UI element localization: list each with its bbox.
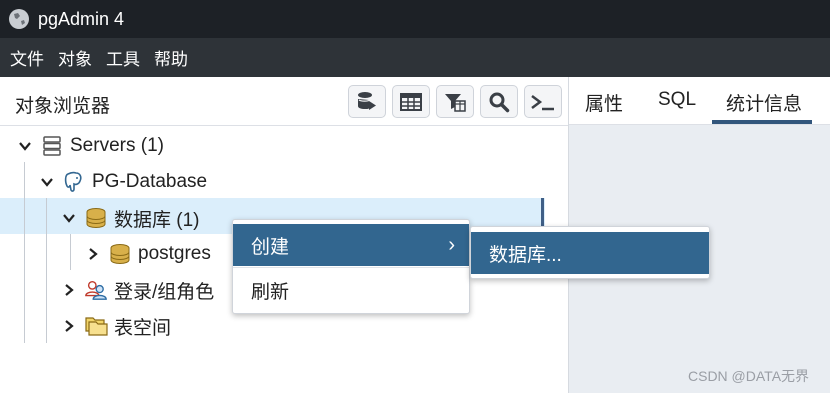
tree-label-databases: 数据库 (1) [114, 209, 200, 231]
tree-node-server[interactable]: PG-Database [36, 164, 207, 200]
query-tool-database-icon [358, 91, 376, 110]
search-objects-button[interactable] [480, 85, 518, 118]
context-menu-create-label: 创建 [251, 236, 290, 258]
tab-strip: 属性 SQL 统计信息 [569, 77, 830, 125]
tree-label-server: PG-Database [92, 171, 208, 192]
psql-terminal-icon [531, 94, 554, 110]
filtered-rows-button[interactable] [436, 85, 474, 118]
app-title: pgAdmin 4 [38, 8, 125, 29]
create-submenu: 数据库... [470, 226, 710, 279]
tablespace-folder-icon [84, 314, 108, 338]
menu-bar: 文件 对象 工具 帮助 [0, 38, 830, 77]
search-objects-icon [489, 92, 510, 112]
menu-object[interactable]: 对象 [42, 45, 92, 70]
tree-node-databases[interactable]: 数据库 (1) [58, 200, 200, 236]
tab-properties[interactable]: 属性 [585, 89, 623, 116]
tab-statistics[interactable]: 统计信息 [726, 89, 802, 116]
object-browser-header: 对象浏览器 [0, 77, 568, 126]
active-tab-indicator [712, 120, 812, 124]
view-data-button[interactable] [392, 85, 430, 118]
context-menu: 创建 › 刷新 [232, 219, 470, 314]
query-tool-button[interactable] [348, 85, 386, 118]
chevron-down-icon[interactable] [14, 135, 36, 157]
tab-sql[interactable]: SQL [658, 89, 696, 111]
menu-help[interactable]: 帮助 [138, 45, 188, 70]
context-menu-refresh-label: 刷新 [251, 281, 290, 303]
chevron-down-icon[interactable] [58, 207, 80, 229]
tree-guide-line [46, 198, 47, 343]
submenu-create-database-label: 数据库... [489, 244, 562, 266]
postgresql-elephant-icon [62, 170, 86, 194]
menu-divider [233, 267, 469, 268]
tree-label-login-roles: 登录/组角色 [114, 281, 215, 303]
object-browser-title: 对象浏览器 [15, 96, 111, 117]
context-menu-create[interactable]: 创建 › [233, 224, 469, 266]
chevron-right-icon: › [448, 234, 455, 256]
title-bar: pgAdmin 4 [0, 0, 830, 38]
chevron-right-icon[interactable] [82, 243, 104, 265]
tree-guide-line [24, 162, 25, 343]
tree-guide-line [70, 234, 71, 270]
tree-label-servers: Servers (1) [70, 135, 164, 156]
psql-tool-button[interactable] [524, 85, 562, 118]
tree-node-login-roles[interactable]: 登录/组角色 [58, 272, 214, 308]
context-menu-refresh[interactable]: 刷新 [233, 270, 469, 310]
tree-node-db-postgres[interactable]: postgres [82, 236, 211, 272]
filtered-rows-icon [445, 93, 466, 112]
tree-node-servers[interactable]: Servers (1) [14, 128, 164, 164]
roles-icon [84, 278, 108, 302]
menu-tools[interactable]: 工具 [90, 45, 140, 70]
globe-icon [9, 9, 29, 29]
tree-label-tablespaces: 表空间 [114, 317, 172, 339]
chevron-down-icon[interactable] [36, 171, 58, 193]
watermark: CSDN @DATA无界 [688, 368, 810, 384]
database-icon [108, 242, 132, 266]
table-view-icon [400, 92, 422, 111]
submenu-create-database[interactable]: 数据库... [471, 232, 709, 274]
chevron-right-icon[interactable] [58, 315, 80, 337]
chevron-right-icon[interactable] [58, 279, 80, 301]
tree-node-tablespaces[interactable]: 表空间 [58, 308, 171, 344]
menu-file[interactable]: 文件 [0, 45, 44, 70]
tree-label-db-postgres: postgres [138, 243, 211, 264]
database-stack-icon [84, 206, 108, 230]
servers-icon [40, 134, 64, 158]
